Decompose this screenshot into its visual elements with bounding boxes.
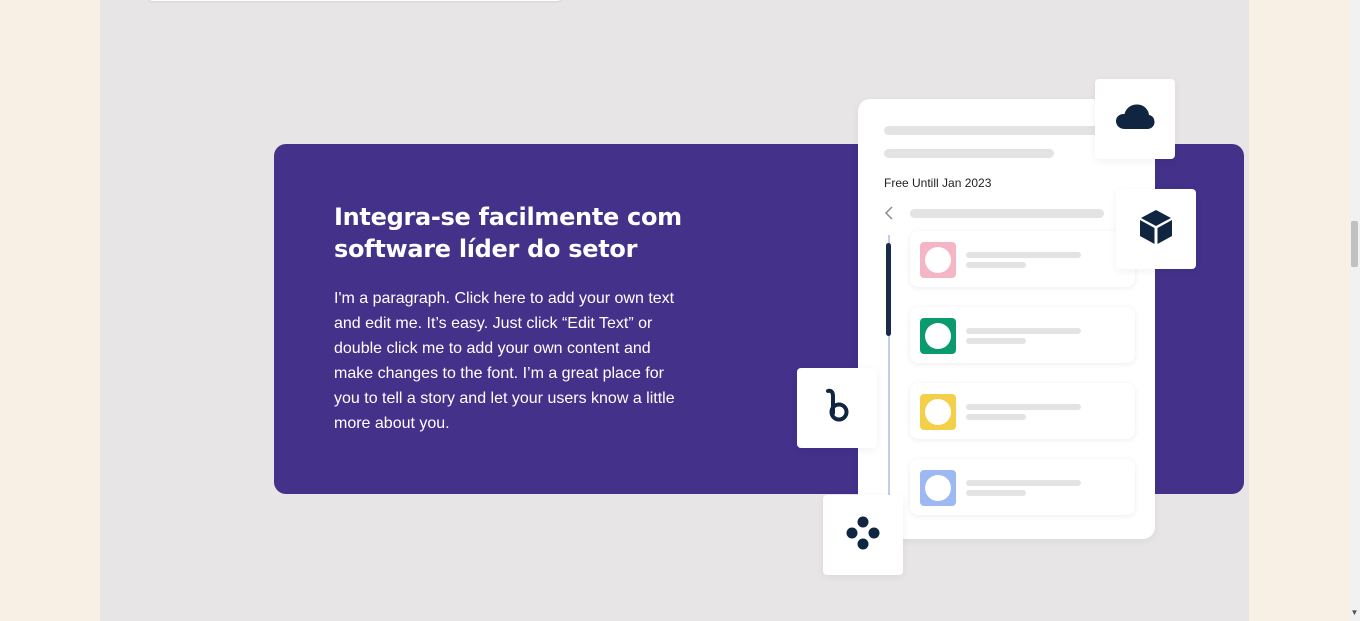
- timeline-progress: [886, 243, 891, 336]
- list-item: [910, 459, 1135, 515]
- dots-logo-icon: [845, 515, 881, 556]
- scroll-down-arrow-icon[interactable]: ▼: [1350, 608, 1359, 618]
- promo-label: Free Untill Jan 2023: [884, 176, 992, 190]
- chevron-left-icon[interactable]: [881, 204, 899, 222]
- cube-tile: [1116, 189, 1196, 269]
- b-logo-icon: [822, 388, 852, 429]
- cube-icon: [1139, 209, 1173, 250]
- skeleton-line: [884, 149, 1054, 158]
- scrollbar-track[interactable]: [1349, 0, 1360, 621]
- skeleton-line: [884, 126, 1104, 135]
- skeleton-line: [910, 209, 1104, 218]
- row-avatar: [920, 242, 956, 278]
- b-logo-tile: [797, 368, 877, 448]
- feature-paragraph: I'm a paragraph. Click here to add your …: [334, 290, 675, 432]
- list-item: [910, 231, 1135, 287]
- list-item: [910, 383, 1135, 439]
- scrollbar-thumb[interactable]: [1351, 221, 1358, 267]
- cloud-tile: [1095, 79, 1175, 159]
- dots-logo-tile: [823, 495, 903, 575]
- feature-heading: Integra-se facilmente com software líder…: [334, 203, 682, 263]
- row-avatar: [920, 318, 956, 354]
- row-avatar: [920, 470, 956, 506]
- cloud-icon: [1115, 103, 1155, 136]
- previous-card: [147, 0, 563, 1]
- list-item: [910, 307, 1135, 363]
- row-avatar: [920, 394, 956, 430]
